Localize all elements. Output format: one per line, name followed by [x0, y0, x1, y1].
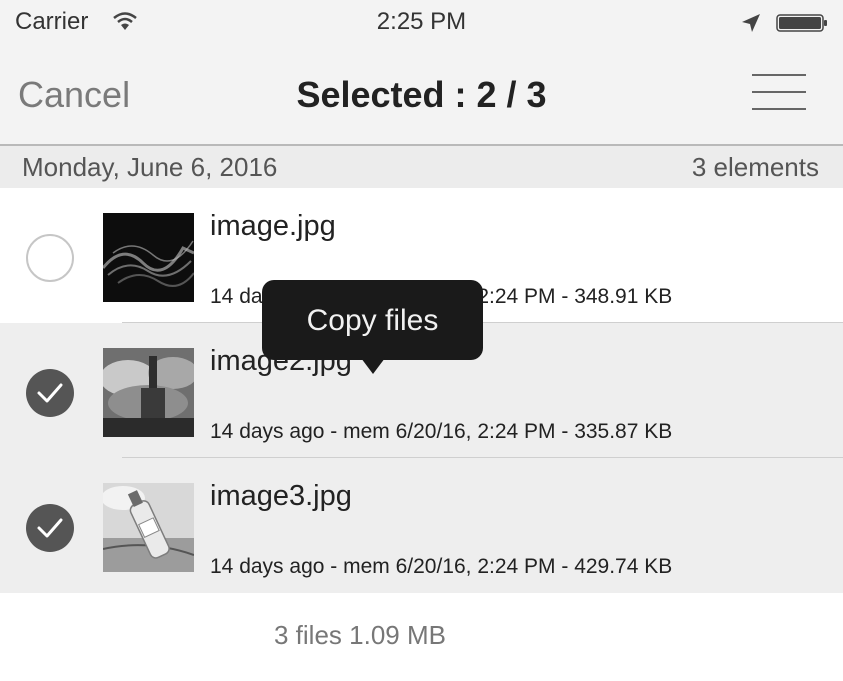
checkmark-circle-icon[interactable] [26, 504, 74, 552]
battery-icon [776, 14, 827, 32]
file-name: image.jpg [210, 210, 336, 242]
tooltip-arrow [361, 358, 385, 374]
navigation-bar: Cancel Selected : 2 / 3 [0, 46, 843, 146]
status-time: 2:25 PM [376, 8, 467, 35]
file-meta: 14 days ago - mem 6/20/16, 2:24 PM - 335… [210, 420, 673, 443]
file-name: image3.jpg [210, 480, 352, 512]
unchecked-circle-icon[interactable] [26, 234, 74, 282]
section-header: Monday, June 6, 2016 3 elements [0, 146, 843, 188]
hamburger-menu-icon[interactable] [748, 70, 808, 114]
section-date: Monday, June 6, 2016 [22, 152, 278, 182]
tooltip-label: Copy files [306, 304, 439, 337]
section-count: 3 elements [691, 152, 819, 182]
file-row[interactable]: image3.jpg 14 days ago - mem 6/20/16, 2:… [0, 458, 843, 593]
status-bar: Carrier 2:25 PM [0, 0, 843, 46]
bottle-thumbnail [103, 483, 194, 572]
files-summary: 3 files 1.09 MB [274, 620, 446, 650]
dark-smoke-thumbnail [103, 213, 194, 302]
page-title: Selected : 2 / 3 [296, 74, 547, 115]
location-arrow-icon [742, 14, 760, 32]
copy-files-tooltip[interactable]: Copy files [262, 280, 483, 374]
cloudy-castle-thumbnail [103, 348, 194, 437]
file-meta: 14 days ago - mem 6/20/16, 2:24 PM - 429… [210, 555, 673, 578]
checkmark-circle-icon[interactable] [26, 369, 74, 417]
